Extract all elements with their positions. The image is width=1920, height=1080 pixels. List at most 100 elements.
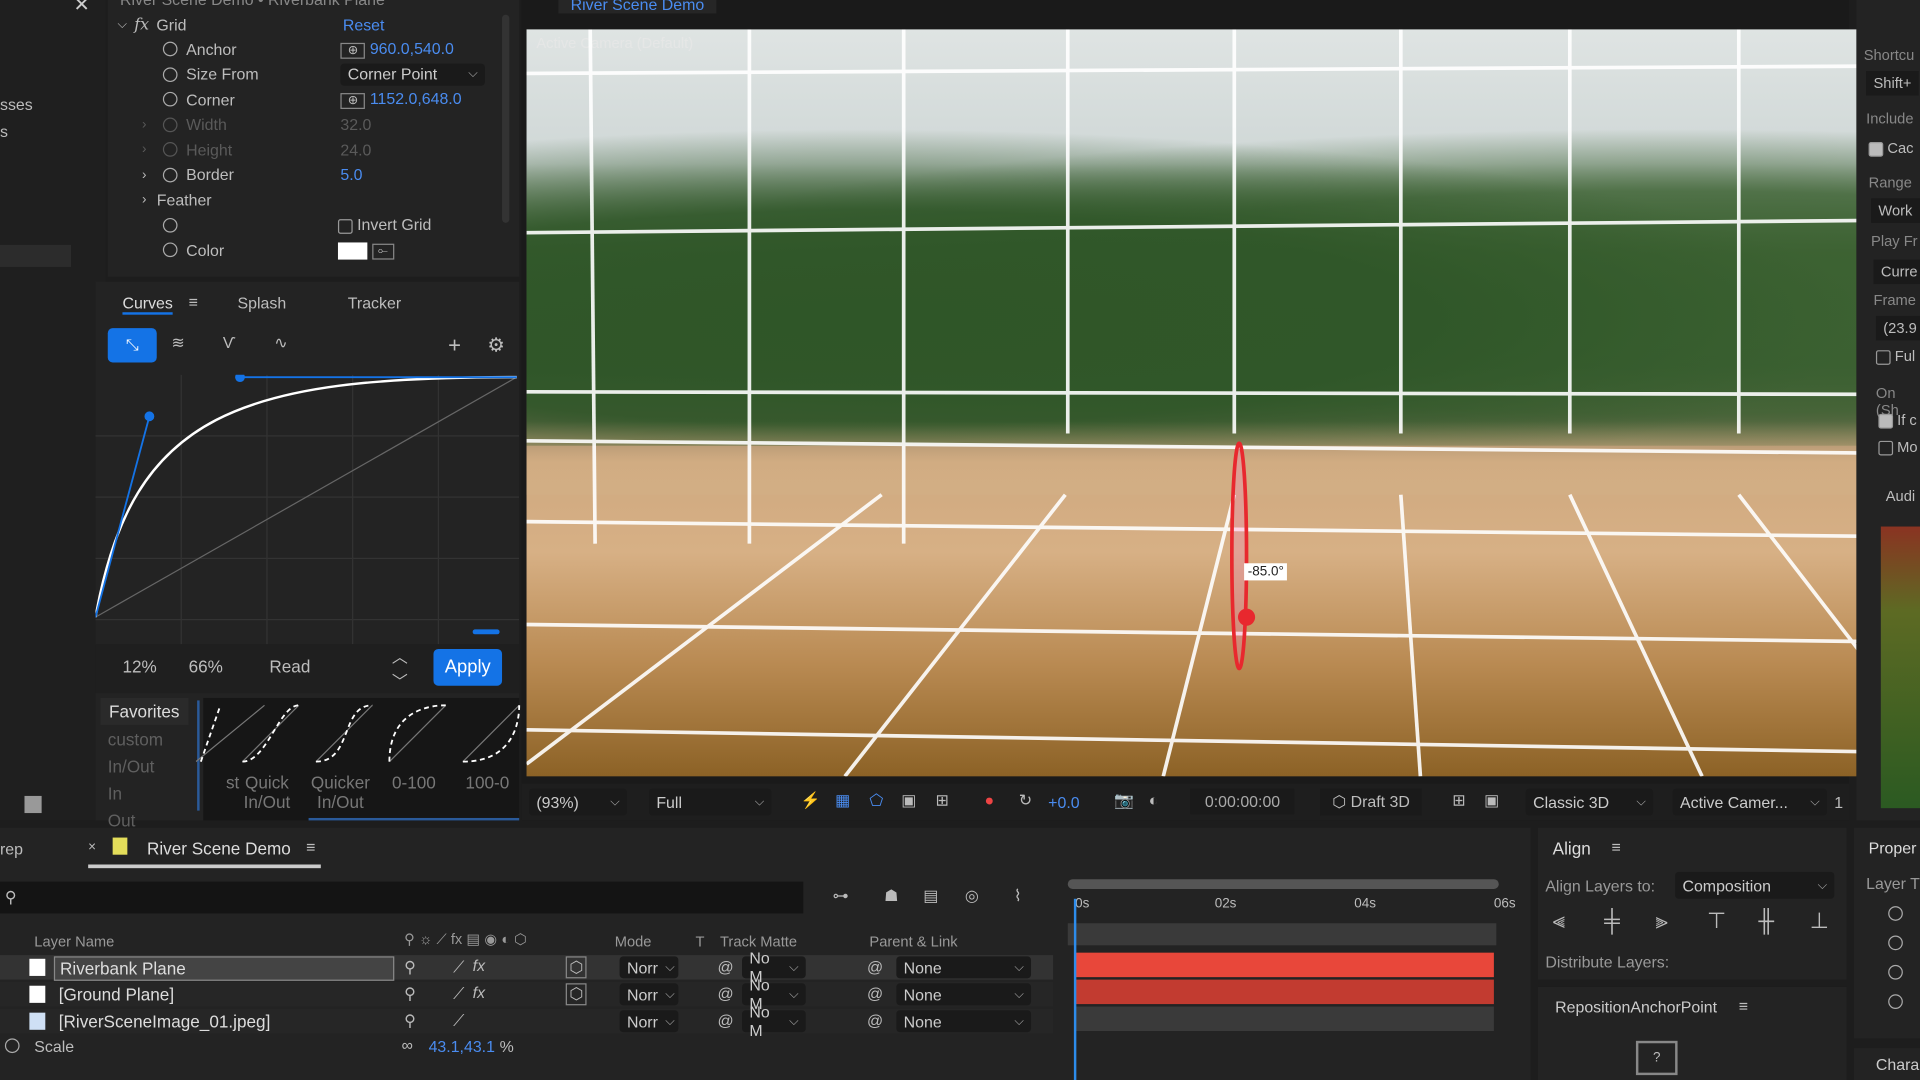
shy-switch-icon[interactable]: ⚲ bbox=[404, 1011, 416, 1031]
parent-dropdown[interactable]: None ⌵ bbox=[896, 983, 1032, 1006]
column-t[interactable]: T bbox=[696, 933, 705, 950]
range-dropdown[interactable]: Work bbox=[1871, 198, 1920, 223]
grid-guides-icon[interactable]: ⊞ bbox=[936, 791, 949, 811]
parent-pickwhip-icon[interactable]: @ bbox=[867, 984, 883, 1002]
curve-mode-button[interactable]: ⤡ bbox=[107, 328, 157, 363]
layer-name[interactable]: Riverbank Plane bbox=[53, 956, 395, 981]
stopwatch-icon[interactable] bbox=[1888, 935, 1903, 951]
effect-property-row[interactable]: › Border 5.0 bbox=[108, 162, 519, 186]
shy-layers-icon[interactable]: ☗ bbox=[884, 887, 898, 907]
layer-bar-1[interactable] bbox=[1075, 952, 1494, 978]
project-item[interactable]: sses bbox=[0, 96, 33, 114]
tab-splash[interactable]: Splash bbox=[238, 294, 287, 312]
align-to-dropdown[interactable]: Composition ⌵ bbox=[1675, 871, 1835, 899]
settings-icon[interactable]: ⚙ bbox=[487, 333, 505, 357]
preset-item[interactable]: Quick In/Out bbox=[230, 700, 303, 812]
fx-icon[interactable]: fx bbox=[134, 15, 149, 33]
viewer-tab[interactable]: River Scene Demo bbox=[558, 0, 717, 14]
move-time-checkbox[interactable]: Mo bbox=[1878, 438, 1918, 456]
full-screen-checkbox[interactable]: Ful bbox=[1875, 348, 1915, 365]
shortcut-dropdown[interactable]: Shift+ bbox=[1866, 71, 1919, 96]
stopwatch-icon[interactable] bbox=[162, 242, 178, 258]
3d-layer-icon[interactable]: ⬡ bbox=[565, 956, 587, 979]
resolution-dropdown[interactable]: Full ⌵ bbox=[648, 788, 772, 816]
property-value[interactable]: 960.0,540.0 bbox=[370, 39, 454, 57]
property-row-scale[interactable]: Scale ∞ 43.1,43.1 % bbox=[0, 1033, 1053, 1057]
draft-3d-toggle[interactable]: ⬡ Draft 3D bbox=[1320, 788, 1423, 816]
effect-property-row[interactable]: Invert Grid bbox=[108, 212, 519, 236]
stopwatch-icon[interactable] bbox=[162, 167, 178, 182]
shy-switch-icon[interactable]: ⚲ bbox=[404, 958, 416, 978]
layer-row[interactable]: Riverbank Plane ⚲ ⟋ fx ⬡ Norr ⌵ @ No M ⌵ @ None ⌵ bbox=[0, 949, 1054, 986]
add-icon[interactable]: + bbox=[448, 333, 461, 359]
parent-dropdown[interactable]: None ⌵ bbox=[896, 1010, 1032, 1033]
renderer-dropdown[interactable]: Classic 3D ⌵ bbox=[1525, 788, 1654, 816]
views-count-dropdown[interactable]: 1 bbox=[1834, 793, 1843, 811]
parent-pickwhip-icon[interactable]: @ bbox=[867, 958, 883, 976]
stopwatch-icon[interactable] bbox=[4, 1038, 20, 1054]
quality-switch-icon[interactable]: ⟋ bbox=[453, 958, 464, 978]
fx-switch-icon[interactable]: fx bbox=[473, 956, 485, 974]
read-button[interactable]: Read bbox=[269, 656, 310, 676]
layer-row[interactable]: [Ground Plane] ⚲ ⟋ fx ⬡ Norr ⌵ @ No M ⌵ @ None ⌵ bbox=[0, 976, 1054, 1013]
layout-icon[interactable]: ⊞ bbox=[1452, 791, 1465, 811]
layer-search-input[interactable]: ⚲ bbox=[0, 881, 804, 914]
shy-switch-icon[interactable]: ⚲ bbox=[404, 984, 416, 1004]
mode-dropdown[interactable]: Norr ⌵ bbox=[619, 956, 679, 979]
align-left-icon[interactable]: ⫷ bbox=[1553, 909, 1565, 935]
stopwatch-icon[interactable] bbox=[162, 41, 178, 57]
graph-editor-icon[interactable]: ⌇ bbox=[1014, 887, 1022, 907]
show-snapshot-icon[interactable]: ◐ bbox=[1149, 791, 1159, 809]
mode-dropdown[interactable]: Norr ⌵ bbox=[619, 1010, 679, 1033]
tab-tracker[interactable]: Tracker bbox=[348, 294, 401, 312]
layer-name[interactable]: [RiverSceneImage_01.jpeg] bbox=[54, 1010, 275, 1032]
parent-dropdown[interactable]: None ⌵ bbox=[896, 956, 1032, 979]
work-area-bar[interactable] bbox=[1067, 879, 1499, 889]
transparency-grid-icon[interactable]: ▦ bbox=[835, 791, 850, 811]
reset-link[interactable]: Reset bbox=[343, 15, 385, 33]
align-top-icon[interactable]: ⊤ bbox=[1707, 909, 1726, 935]
effect-property-row[interactable]: › Height 24.0 bbox=[108, 137, 519, 161]
size-from-dropdown[interactable]: Corner Point ⌵ bbox=[340, 63, 485, 86]
effect-property-row[interactable]: › Feather bbox=[108, 187, 519, 211]
mask-visibility-icon[interactable]: ⬠ bbox=[869, 791, 883, 811]
view-dropdown[interactable]: Active Camer... ⌵ bbox=[1672, 788, 1827, 816]
bounce-icon[interactable]: Ѵ bbox=[223, 333, 236, 351]
exposure-value[interactable]: +0.0 bbox=[1048, 793, 1079, 811]
preset-item[interactable]: 100-0 bbox=[451, 700, 524, 792]
collapse-chevron-icon[interactable]: ⌵ bbox=[118, 18, 127, 31]
crosshair-icon[interactable]: ⊕ bbox=[340, 93, 366, 109]
help-button[interactable]: ? bbox=[1635, 1040, 1678, 1076]
track-matte-pickwhip-icon[interactable]: @ bbox=[718, 1011, 734, 1029]
panel-menu-icon[interactable]: ≡ bbox=[1611, 838, 1620, 856]
cache-checkbox[interactable]: Cac bbox=[1868, 140, 1914, 157]
expand-chevron-icon[interactable]: › bbox=[142, 167, 146, 182]
apply-button[interactable]: Apply bbox=[433, 648, 503, 686]
tab-curves[interactable]: Curves bbox=[122, 294, 173, 315]
influence-1[interactable]: 12% bbox=[122, 656, 156, 676]
reset-exposure-icon[interactable]: ↻ bbox=[1019, 791, 1032, 811]
handle-1[interactable] bbox=[144, 411, 155, 422]
close-icon[interactable]: ✕ bbox=[73, 0, 89, 17]
track-matte-dropdown[interactable]: No M ⌵ bbox=[742, 1003, 806, 1040]
expand-chevron-icon[interactable]: › bbox=[142, 117, 146, 132]
region-of-interest-icon[interactable]: ▣ bbox=[901, 791, 916, 811]
scrollbar[interactable] bbox=[502, 14, 510, 223]
favorites-category[interactable]: Favorites bbox=[100, 697, 189, 725]
tab-render-queue[interactable]: rep bbox=[0, 840, 23, 858]
mode-dropdown[interactable]: Norr ⌵ bbox=[619, 983, 679, 1006]
fast-preview-icon[interactable]: ⚡ bbox=[801, 791, 821, 811]
expand-chevron-icon[interactable]: › bbox=[142, 142, 146, 157]
panel-menu-icon[interactable]: ≡ bbox=[189, 293, 198, 311]
tab-river-scene-demo[interactable]: River Scene Demo bbox=[147, 839, 291, 859]
frame-rate-dropdown[interactable]: (23.9 bbox=[1875, 315, 1920, 341]
stopwatch-icon[interactable] bbox=[162, 91, 178, 107]
composition-flowchart-icon[interactable]: ⊶ bbox=[833, 887, 849, 907]
stopwatch-icon[interactable] bbox=[162, 217, 178, 233]
panel-menu-icon[interactable]: ≡ bbox=[1739, 997, 1748, 1015]
column-parent[interactable]: Parent & Link bbox=[869, 933, 957, 950]
effect-property-row[interactable]: Color ⟜ bbox=[108, 238, 519, 262]
preset-category[interactable]: In bbox=[108, 784, 163, 811]
handle-2[interactable] bbox=[235, 374, 245, 383]
column-track-matte[interactable]: Track Matte bbox=[720, 933, 797, 950]
